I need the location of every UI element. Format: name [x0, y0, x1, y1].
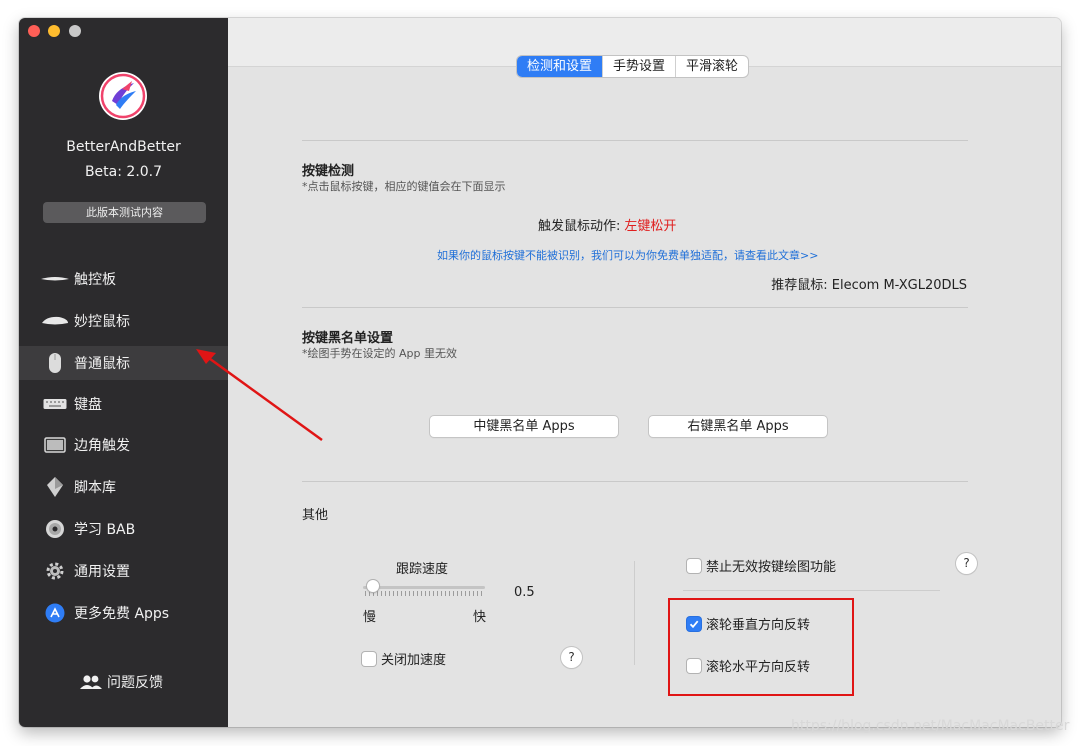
watermark: https://blog.csdn.net/MacMacMacBetter — [791, 718, 1070, 734]
annotation-arrow-icon — [196, 349, 323, 442]
